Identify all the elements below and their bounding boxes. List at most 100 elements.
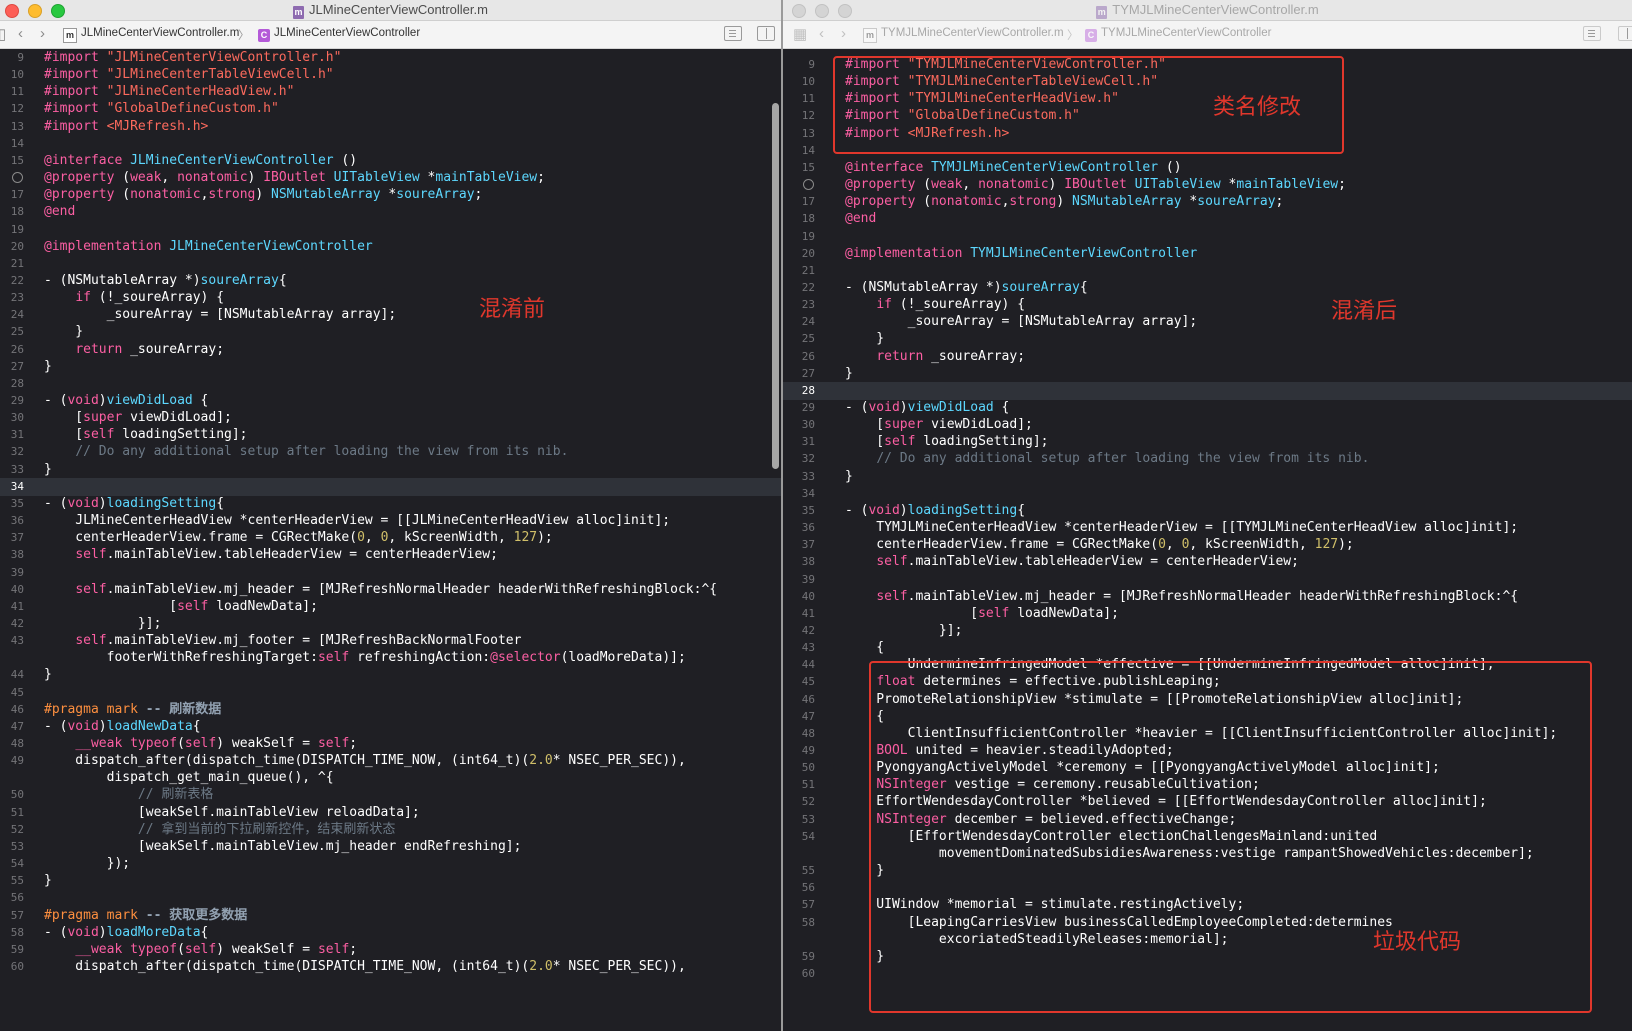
code-line[interactable]: 15 @interface TYMJLMineCenterViewControll… [783,159,1632,177]
code-line[interactable]: 55} [0,872,781,890]
code-line[interactable]: 15 @interface JLMineCenterViewController … [0,152,781,170]
code-line[interactable]: 23 if (!_soureArray) { [0,289,781,307]
code-line[interactable]: 40 self.mainTableView.mj_header = [MJRef… [0,581,781,599]
code-line[interactable]: 19 [0,221,781,239]
split-editor-icon[interactable] [757,26,775,41]
outlet-connection-icon[interactable] [12,172,23,184]
code-line[interactable]: 56 [0,889,781,907]
code-line[interactable]: 23 if (!_soureArray) { [783,296,1632,314]
code-line[interactable]: 19 [783,228,1632,246]
code-line[interactable]: 30 [super viewDidLoad]; [0,409,781,427]
code-line[interactable]: 28 [783,381,1632,400]
code-line[interactable]: 35 - (void)loadingSetting{ [0,495,781,513]
code-line[interactable]: 37 centerHeaderView.frame = CGRectMake(0… [783,536,1632,554]
jump-file[interactable]: m JLMineCenterViewController.m [63,27,239,43]
code-line[interactable]: 42 }]; [783,622,1632,640]
code-line[interactable]: 33} [0,461,781,479]
code-line[interactable]: 12 #import "GlobalDefineCustom.h" [0,100,781,118]
code-line[interactable]: 21 [0,255,781,273]
code-line[interactable]: 20 @implementation JLMineCenterViewContro… [0,238,781,256]
jump-class[interactable]: C JLMineCenterViewController [258,27,420,42]
related-items-icon[interactable]: ▯ [0,25,6,43]
code-line[interactable]: 18 @end [783,210,1632,228]
code-line[interactable]: 54 }); [0,855,781,873]
code-line[interactable]: 32 // Do any additional setup after load… [0,443,781,461]
code-line[interactable]: 21 [783,262,1632,280]
code-line[interactable]: 24 _soureArray = [NSMutableArray array]; [0,306,781,324]
code-line[interactable]: 22 - (NSMutableArray *)soureArray{ [783,279,1632,297]
code-editor[interactable]: 9 #import "JLMineCenterViewController.h" 1… [0,49,781,1031]
code-line[interactable]: 41 [self loadNewData]; [783,605,1632,623]
code-line[interactable]: 27} [783,365,1632,383]
code-line[interactable]: 17 @property (nonatomic,strong) NSMutable… [783,193,1632,211]
code-line[interactable]: 37 centerHeaderView.frame = CGRectMake(0… [0,529,781,547]
jump-class[interactable]: C TYMJLMineCenterViewController [1085,27,1271,42]
code-line[interactable]: 60 dispatch_after(dispatch_time(DISPATCH… [0,958,781,976]
code-line[interactable]: 14 [0,135,781,153]
code-line[interactable]: 48 __weak typeof(self) weakSelf = self; [0,735,781,753]
code-line[interactable]: 33} [783,468,1632,486]
code-line[interactable]: 30 [super viewDidLoad]; [783,416,1632,434]
code-line[interactable]: 18 @end [0,203,781,221]
vertical-scrollbar[interactable] [772,103,779,469]
jump-file[interactable]: m TYMJLMineCenterViewController.m [863,27,1064,43]
code-line[interactable]: 10 #import "JLMineCenterTableViewCell.h" [0,66,781,84]
code-line[interactable]: footerWithRefreshingTarget:self refreshi… [0,649,781,667]
code-line[interactable]: 20 @implementation TYMJLMineCenterViewCon… [783,245,1632,263]
code-line[interactable]: 22 - (NSMutableArray *)soureArray{ [0,272,781,290]
code-line[interactable]: 45 [0,684,781,702]
code-line[interactable]: 42 }]; [0,615,781,633]
minimap-toggle-icon[interactable] [724,26,742,41]
code-line[interactable]: 9 #import "JLMineCenterViewController.h" [0,49,781,67]
code-line[interactable]: 49 dispatch_after(dispatch_time(DISPATCH… [0,752,781,770]
code-line[interactable]: 51 [weakSelf.mainTableView reloadData]; [0,804,781,822]
code-line[interactable]: 40 self.mainTableView.mj_header = [MJRef… [783,588,1632,606]
code-line[interactable]: 43 self.mainTableView.mj_footer = [MJRef… [0,632,781,650]
code-line[interactable]: 36 TYMJLMineCenterHeadView *centerHeader… [783,519,1632,537]
code-line[interactable]: 32 // Do any additional setup after load… [783,450,1632,468]
code-line[interactable]: 59 __weak typeof(self) weakSelf = self; [0,941,781,959]
code-line[interactable]: 44} [0,666,781,684]
code-line[interactable]: 47 - (void)loadNewData{ [0,718,781,736]
code-line[interactable]: 46 #pragma mark -- 刷新数据 [0,701,781,719]
code-line[interactable]: 36 JLMineCenterHeadView *centerHeaderVie… [0,512,781,530]
code-line[interactable]: 31 [self loadingSetting]; [783,433,1632,451]
minimap-toggle-icon[interactable] [1583,26,1601,41]
code-line[interactable]: 34 [0,477,781,496]
code-line[interactable]: @property (weak, nonatomic) IBOutlet UIT… [0,169,781,187]
forward-button[interactable]: › [841,25,846,42]
code-line[interactable]: 29 - (void)viewDidLoad { [783,399,1632,417]
code-line[interactable]: 26 return _soureArray; [0,341,781,359]
code-line[interactable]: 57 #pragma mark -- 获取更多数据 [0,907,781,925]
code-line[interactable]: 11 #import "JLMineCenterHeadView.h" [0,83,781,101]
code-line[interactable]: 39 [0,564,781,582]
code-line[interactable]: 25 } [0,323,781,341]
code-line[interactable]: 38 self.mainTableView.tableHeaderView = … [783,553,1632,571]
code-line[interactable]: 27} [0,358,781,376]
code-line[interactable]: 38 self.mainTableView.tableHeaderView = … [0,546,781,564]
code-line[interactable]: 50 // 刷新表格 [0,786,781,804]
code-line[interactable]: 28 [0,375,781,393]
forward-button[interactable]: › [40,25,45,42]
split-editor-icon[interactable] [1618,26,1632,41]
code-line[interactable]: 43 { [783,639,1632,657]
code-line[interactable]: 52 // 拿到当前的下拉刷新控件，结束刷新状态 [0,821,781,839]
code-line[interactable]: 39 [783,571,1632,589]
code-line[interactable]: 53 [weakSelf.mainTableView.mj_header end… [0,838,781,856]
code-line[interactable]: @property (weak, nonatomic) IBOutlet UIT… [783,176,1632,194]
code-line[interactable]: 25 } [783,330,1632,348]
code-line[interactable]: 31 [self loadingSetting]; [0,426,781,444]
code-line[interactable]: 13 #import <MJRefresh.h> [0,118,781,136]
code-line[interactable]: 26 return _soureArray; [783,348,1632,366]
back-button[interactable]: ‹ [819,25,824,42]
back-button[interactable]: ‹ [18,25,23,42]
code-line[interactable]: 29 - (void)viewDidLoad { [0,392,781,410]
code-line[interactable]: dispatch_get_main_queue(), ^{ [0,769,781,787]
code-line[interactable]: 41 [self loadNewData]; [0,598,781,616]
code-line[interactable]: 58 - (void)loadMoreData{ [0,924,781,942]
outlet-connection-icon[interactable] [803,179,814,191]
code-line[interactable]: 24 _soureArray = [NSMutableArray array]; [783,313,1632,331]
code-line[interactable]: 35 - (void)loadingSetting{ [783,502,1632,520]
code-line[interactable]: 34 [783,485,1632,503]
related-items-icon[interactable]: ▦ [793,25,807,43]
